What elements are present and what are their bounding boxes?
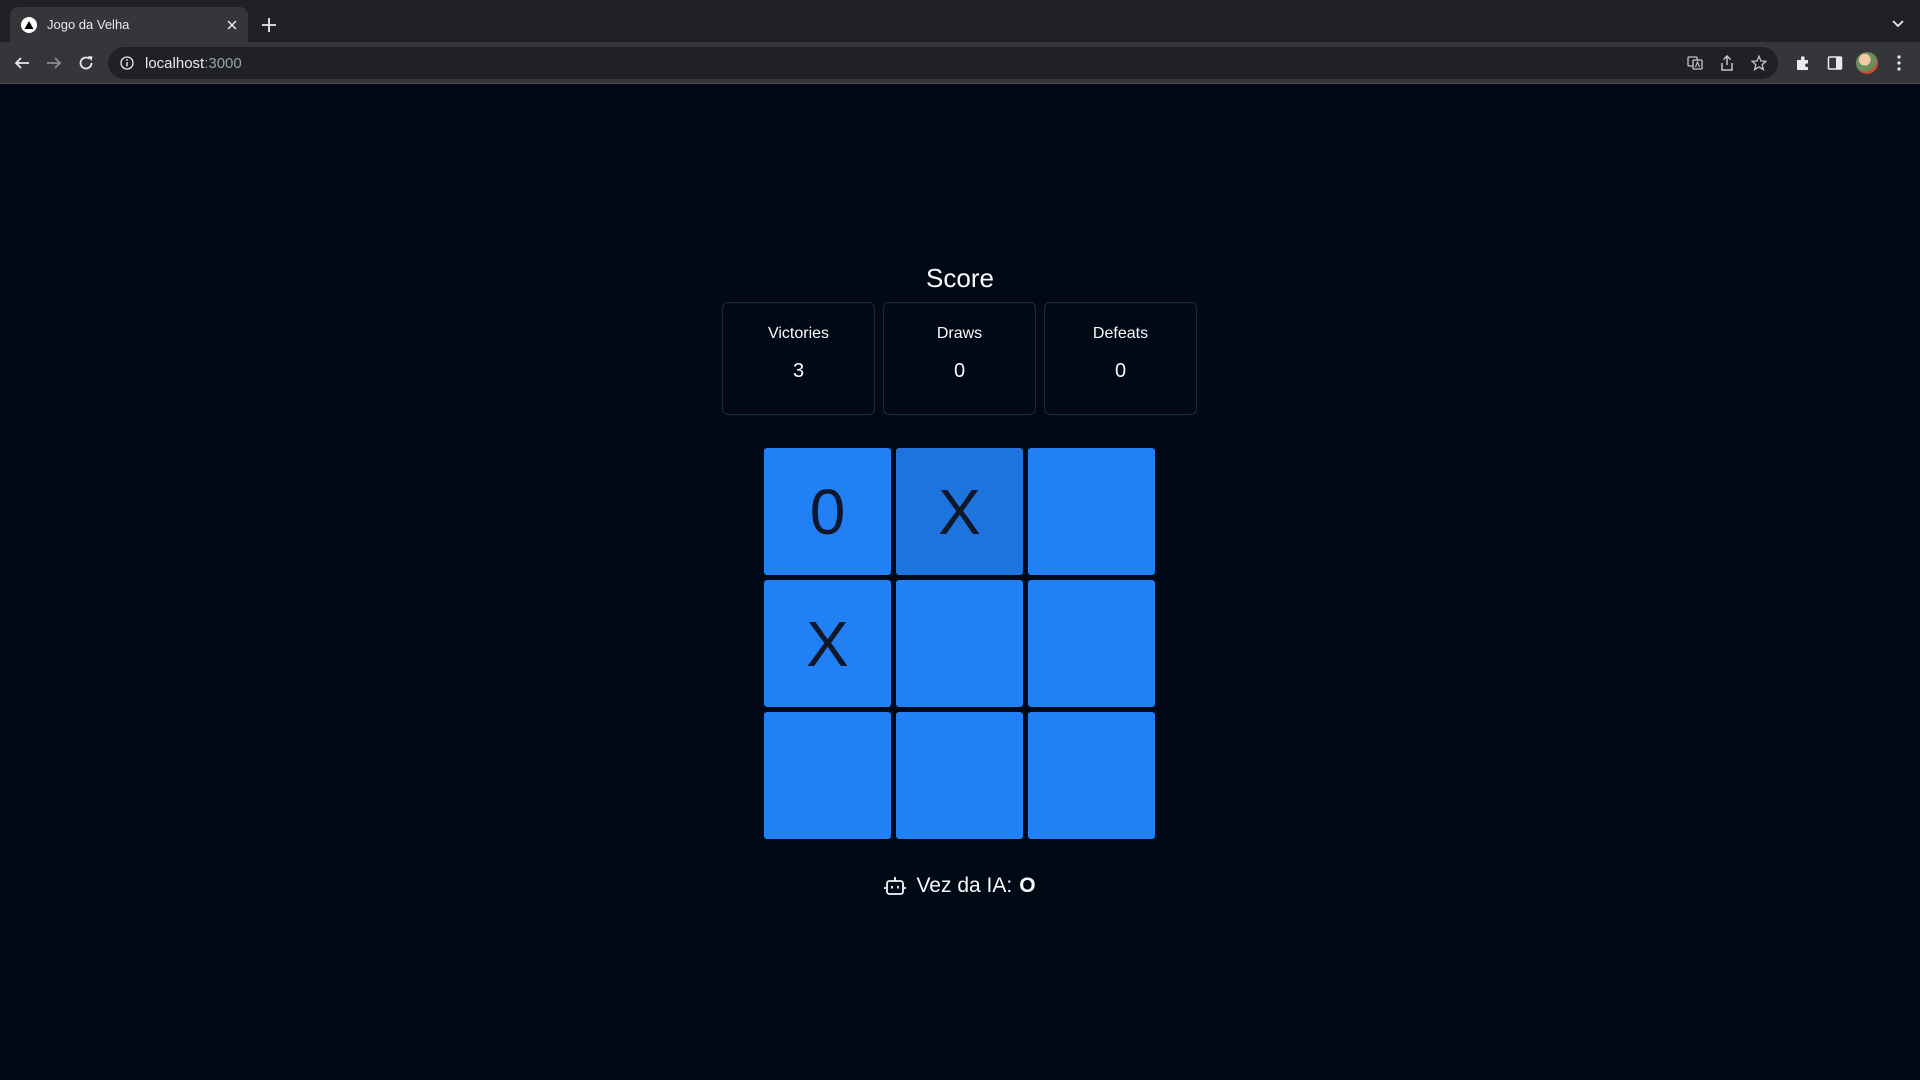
turn-indicator: Vez da IA: O (0, 873, 1920, 899)
favicon-triangle-icon (21, 16, 37, 33)
score-value: 0 (953, 360, 966, 382)
info-icon[interactable] (119, 55, 135, 71)
score-cards: Victories 3 Draws 0 Defeats 0 (722, 302, 1197, 415)
url-port: :3000 (204, 54, 242, 72)
translate-icon[interactable] (1682, 50, 1708, 76)
avatar[interactable] (1854, 50, 1880, 76)
browser-tab[interactable]: Jogo da Velha (10, 7, 248, 42)
board-cell-1[interactable]: X (896, 448, 1023, 575)
star-icon[interactable] (1746, 50, 1772, 76)
score-card-draws: Draws 0 (883, 302, 1036, 415)
score-title: Score (926, 263, 994, 293)
board-cell-8[interactable] (1028, 712, 1155, 839)
board-cell-3[interactable]: X (764, 580, 891, 707)
reload-icon[interactable] (73, 50, 99, 76)
browser-toolbar: localhost:3000 (0, 42, 1920, 84)
score-label: Draws (936, 325, 983, 342)
board-cell-4[interactable] (896, 580, 1023, 707)
url-text: localhost:3000 (145, 55, 242, 72)
back-arrow-icon[interactable] (9, 50, 35, 76)
board-cell-7[interactable] (896, 712, 1023, 839)
share-icon[interactable] (1714, 50, 1740, 76)
address-bar[interactable]: localhost:3000 (108, 47, 1778, 79)
board-cell-6[interactable] (764, 712, 891, 839)
game-board: 0 X X (764, 448, 1155, 839)
tab-title: Jogo da Velha (47, 17, 130, 32)
score-card-defeats: Defeats 0 (1044, 302, 1197, 415)
puzzle-icon[interactable] (1790, 50, 1816, 76)
board-cell-2[interactable] (1028, 448, 1155, 575)
chevron-down-icon[interactable] (1886, 12, 1910, 36)
board-cell-5[interactable] (1028, 580, 1155, 707)
forward-arrow-icon[interactable] (41, 50, 67, 76)
profile-avatar (1856, 52, 1878, 74)
side-panel-icon[interactable] (1822, 50, 1848, 76)
score-label: Defeats (1092, 325, 1149, 342)
plus-icon[interactable] (256, 12, 282, 38)
turn-player: O (1019, 874, 1036, 897)
url-host: localhost (145, 54, 205, 72)
turn-label: Vez da IA: (916, 874, 1013, 897)
score-label: Victories (767, 325, 830, 342)
score-value: 3 (792, 360, 805, 382)
close-icon[interactable] (222, 15, 242, 35)
kebab-menu-icon[interactable] (1886, 50, 1912, 76)
browser-tab-bar: Jogo da Velha (0, 0, 1920, 42)
score-value: 0 (1114, 360, 1127, 382)
robot-icon (884, 875, 907, 897)
score-card-victories: Victories 3 (722, 302, 875, 415)
game-page: Score Victories 3 Draws 0 Defeats 0 0 X … (0, 84, 1920, 1080)
board-cell-0[interactable]: 0 (764, 448, 891, 575)
